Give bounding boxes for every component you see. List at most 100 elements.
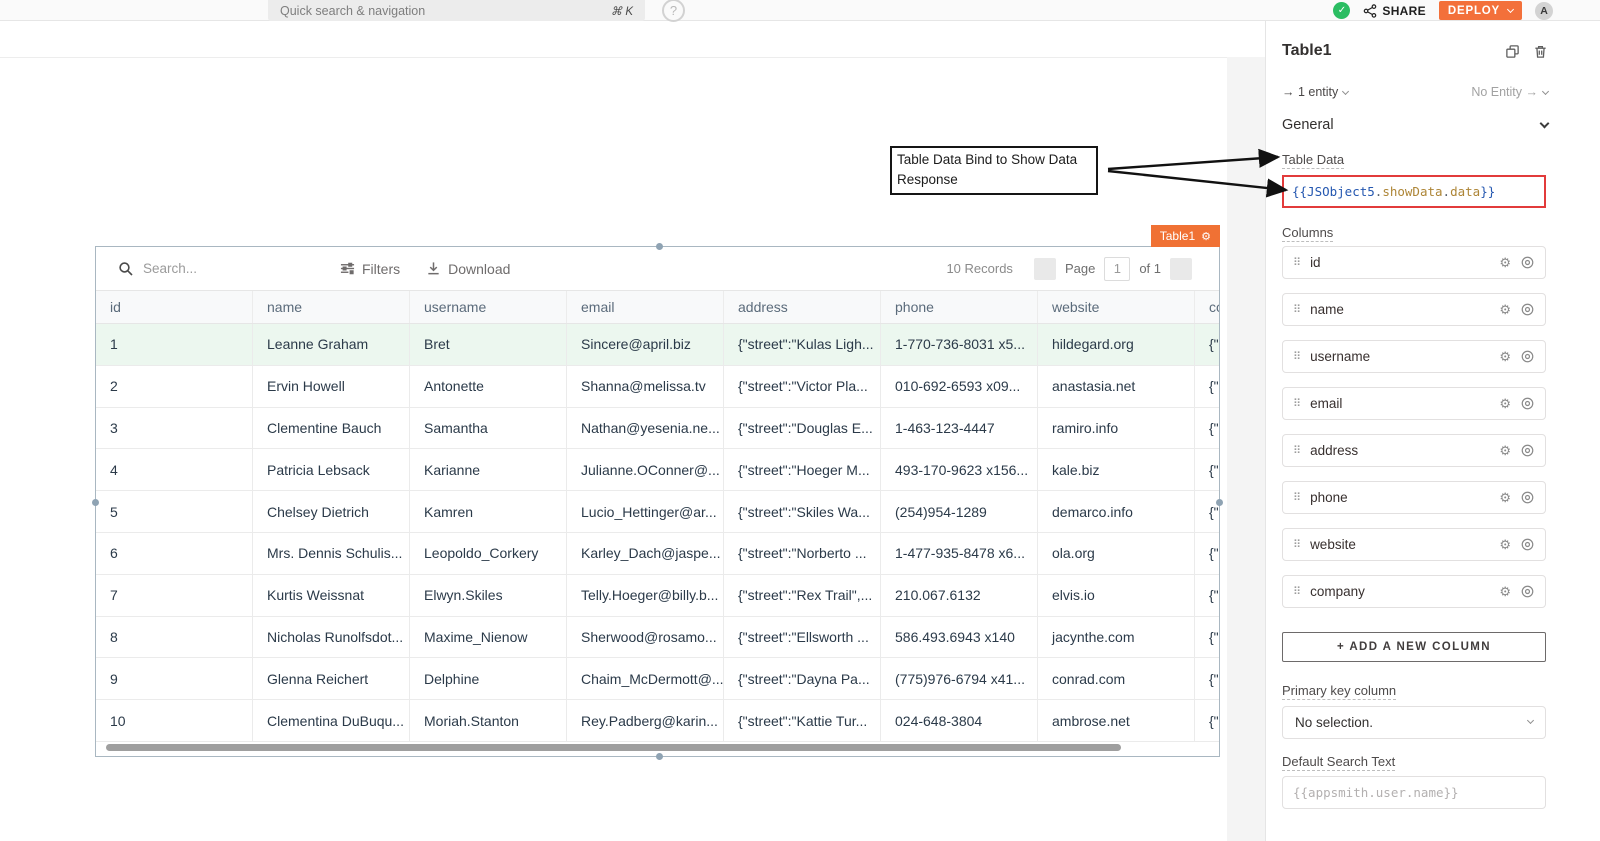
table-cell[interactable]: ola.org [1038, 533, 1195, 574]
resize-handle-left[interactable] [92, 499, 99, 506]
copy-widget-icon[interactable] [1505, 44, 1520, 59]
table-cell[interactable]: Chelsey Dietrich [253, 491, 410, 532]
quick-search-input[interactable]: Quick search & navigation ⌘ K [268, 0, 645, 21]
drag-handle-icon[interactable]: ⠿ [1293, 538, 1301, 551]
table-row[interactable]: 8Nicholas Runolfsdot...Maxime_NienowSher… [96, 617, 1219, 659]
table-search-input[interactable]: Search... [118, 261, 340, 277]
table-cell[interactable]: Rey.Padberg@karin... [567, 700, 724, 741]
table-row[interactable]: 2Ervin HowellAntonetteShanna@melissa.tv{… [96, 366, 1219, 408]
table-widget[interactable]: Table1 ⚙ Search... Filters [95, 246, 1220, 757]
eye-icon[interactable] [1520, 396, 1535, 411]
column-item-phone[interactable]: ⠿phone⚙ [1282, 481, 1546, 514]
primary-key-dropdown[interactable]: No selection. [1282, 706, 1546, 739]
filters-button[interactable]: Filters [340, 261, 400, 277]
column-settings-icon[interactable]: ⚙ [1499, 443, 1511, 459]
table-cell[interactable]: {" [1195, 408, 1219, 449]
column-item-website[interactable]: ⠿website⚙ [1282, 528, 1546, 561]
drag-handle-icon[interactable]: ⠿ [1293, 491, 1301, 504]
table-cell[interactable]: 2 [96, 366, 253, 407]
eye-icon[interactable] [1520, 537, 1535, 552]
table-cell[interactable]: {" [1195, 575, 1219, 616]
table-data-binding-input[interactable]: {{JSObject5.showData.data}} [1282, 175, 1546, 208]
eye-icon[interactable] [1520, 584, 1535, 599]
table-cell[interactable]: Shanna@melissa.tv [567, 366, 724, 407]
table-cell[interactable]: Nicholas Runolfsdot... [253, 617, 410, 658]
table-cell[interactable]: {" [1195, 533, 1219, 574]
table-cell[interactable]: 210.067.6132 [881, 575, 1038, 616]
table-cell[interactable]: (775)976-6794 x41... [881, 658, 1038, 699]
table-cell[interactable]: {" [1195, 449, 1219, 490]
drag-handle-icon[interactable]: ⠿ [1293, 444, 1301, 457]
table-cell[interactable]: {" [1195, 700, 1219, 741]
table-cell[interactable]: Clementine Bauch [253, 408, 410, 449]
table-cell[interactable]: Delphine [410, 658, 567, 699]
column-settings-icon[interactable]: ⚙ [1499, 537, 1511, 553]
table-cell[interactable]: ambrose.net [1038, 700, 1195, 741]
table-cell[interactable]: Elwyn.Skiles [410, 575, 567, 616]
table-cell[interactable]: {" [1195, 617, 1219, 658]
column-header-address[interactable]: address [724, 291, 881, 323]
table-cell[interactable]: {"street":"Skiles Wa... [724, 491, 881, 532]
table-cell[interactable]: Bret [410, 324, 567, 365]
table-cell[interactable]: kale.biz [1038, 449, 1195, 490]
default-search-input[interactable]: {{appsmith.user.name}} [1282, 776, 1546, 809]
table-cell[interactable]: 024-648-3804 [881, 700, 1038, 741]
share-button[interactable]: SHARE [1363, 4, 1426, 18]
table-cell[interactable]: {"street":"Rex Trail",... [724, 575, 881, 616]
page-number-input[interactable] [1104, 257, 1130, 281]
table-cell[interactable]: {"street":"Douglas E... [724, 408, 881, 449]
delete-widget-icon[interactable] [1533, 44, 1548, 59]
widget-settings-icon[interactable]: ⚙ [1201, 230, 1211, 243]
resize-handle-right[interactable] [1216, 499, 1223, 506]
drag-handle-icon[interactable]: ⠿ [1293, 350, 1301, 363]
deploy-button[interactable]: DEPLOY [1439, 1, 1522, 20]
table-cell[interactable]: Antonette [410, 366, 567, 407]
table-cell[interactable]: Mrs. Dennis Schulis... [253, 533, 410, 574]
table-cell[interactable]: Nathan@yesenia.ne... [567, 408, 724, 449]
table-cell[interactable]: Sincere@april.biz [567, 324, 724, 365]
table-cell[interactable]: Leanne Graham [253, 324, 410, 365]
table-cell[interactable]: Ervin Howell [253, 366, 410, 407]
table-cell[interactable]: Samantha [410, 408, 567, 449]
table-cell[interactable]: {"street":"Kulas Ligh... [724, 324, 881, 365]
table-cell[interactable]: Chaim_McDermott@... [567, 658, 724, 699]
column-header-id[interactable]: id [96, 291, 253, 323]
help-button[interactable]: ? [662, 0, 685, 22]
table-cell[interactable]: {" [1195, 658, 1219, 699]
next-page-button[interactable] [1170, 258, 1192, 280]
table-row[interactable]: 9Glenna ReichertDelphineChaim_McDermott@… [96, 658, 1219, 700]
table-cell[interactable]: {"street":"Dayna Pa... [724, 658, 881, 699]
table-cell[interactable]: 4 [96, 449, 253, 490]
add-new-column-button[interactable]: + ADD A NEW COLUMN [1282, 632, 1546, 662]
table-cell[interactable]: Julianne.OConner@... [567, 449, 724, 490]
table-cell[interactable]: 1-770-736-8031 x5... [881, 324, 1038, 365]
horizontal-scrollbar[interactable] [106, 744, 1121, 751]
table-row[interactable]: 6Mrs. Dennis Schulis...Leopoldo_CorkeryK… [96, 533, 1219, 575]
column-settings-icon[interactable]: ⚙ [1499, 302, 1511, 318]
table-cell[interactable]: {"street":"Kattie Tur... [724, 700, 881, 741]
column-header-username[interactable]: username [410, 291, 567, 323]
table-row[interactable]: 3Clementine BauchSamanthaNathan@yesenia.… [96, 408, 1219, 450]
table-cell[interactable]: demarco.info [1038, 491, 1195, 532]
section-general[interactable]: General [1282, 117, 1548, 133]
eye-icon[interactable] [1520, 443, 1535, 458]
table-row[interactable]: 10Clementina DuBuqu...Moriah.StantonRey.… [96, 700, 1219, 742]
avatar[interactable]: A [1535, 2, 1553, 20]
table-cell[interactable]: 8 [96, 617, 253, 658]
eye-icon[interactable] [1520, 349, 1535, 364]
table-cell[interactable]: 9 [96, 658, 253, 699]
table-cell[interactable]: 6 [96, 533, 253, 574]
column-item-id[interactable]: ⠿id⚙ [1282, 246, 1546, 279]
table-cell[interactable]: 10 [96, 700, 253, 741]
eye-icon[interactable] [1520, 255, 1535, 270]
table-cell[interactable]: {" [1195, 324, 1219, 365]
table-cell[interactable]: Moriah.Stanton [410, 700, 567, 741]
column-header-name[interactable]: name [253, 291, 410, 323]
column-header-email[interactable]: email [567, 291, 724, 323]
drag-handle-icon[interactable]: ⠿ [1293, 303, 1301, 316]
table-cell[interactable]: Glenna Reichert [253, 658, 410, 699]
table-cell[interactable]: {"street":"Victor Pla... [724, 366, 881, 407]
table-cell[interactable]: 1-477-935-8478 x6... [881, 533, 1038, 574]
drag-handle-icon[interactable]: ⠿ [1293, 256, 1301, 269]
table-cell[interactable]: {" [1195, 366, 1219, 407]
